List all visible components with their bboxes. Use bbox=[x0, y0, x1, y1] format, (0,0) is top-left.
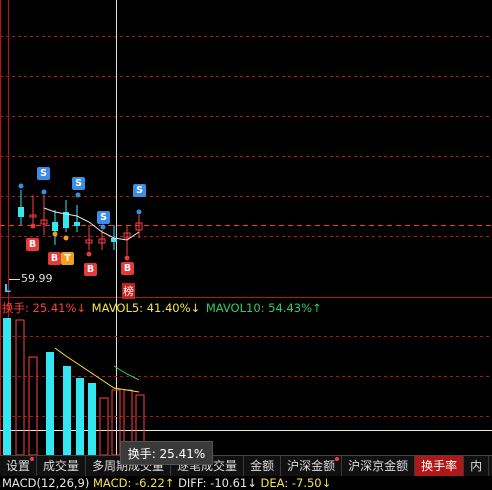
buy-marker[interactable]: B bbox=[84, 263, 97, 276]
macd-value: MACD: -6.22↑ bbox=[93, 476, 175, 490]
turnover-value: 换手: 25.41%↓ bbox=[2, 301, 87, 315]
buy-marker[interactable]: B bbox=[48, 252, 61, 265]
buy-marker[interactable]: B bbox=[26, 238, 39, 251]
notification-dot-icon bbox=[30, 457, 35, 461]
turnover-bar bbox=[46, 352, 54, 455]
cursor-marker-label: L bbox=[4, 282, 12, 295]
diff-value: DIFF: -10.61↓ bbox=[178, 476, 257, 490]
stock-chart-window: S S S S S B B T B B 榜 59.99 L 换手: 25.41%… bbox=[0, 0, 492, 490]
crosshair-tooltip: 换手: 25.41% bbox=[120, 441, 213, 465]
tab-turnover-rate[interactable]: 换手率 bbox=[415, 456, 465, 476]
tab-settings[interactable]: 设置 bbox=[0, 456, 38, 476]
rank-badge[interactable]: 榜 bbox=[122, 283, 135, 299]
tab-sh-sz-bj-amount[interactable]: 沪深京金额 bbox=[342, 456, 416, 476]
candle bbox=[18, 207, 24, 217]
macd-params: MACD(12,26,9) bbox=[2, 476, 90, 490]
tab-label: 成交量 bbox=[43, 459, 80, 473]
sell-marker[interactable]: S bbox=[37, 167, 50, 180]
ma-line bbox=[43, 207, 140, 241]
tab-volume[interactable]: 成交量 bbox=[37, 456, 87, 476]
chart-canvas[interactable] bbox=[0, 0, 492, 489]
tab-amount[interactable]: 金额 bbox=[244, 456, 282, 476]
macd-legend: MACD(12,26,9) MACD: -6.22↑ DIFF: -10.61↓… bbox=[2, 476, 331, 490]
turnover-bar bbox=[63, 366, 71, 455]
price-grid bbox=[0, 36, 492, 237]
turnover-bar bbox=[76, 378, 84, 455]
turnover-bar bbox=[99, 397, 109, 456]
turnover-bar bbox=[28, 356, 38, 456]
tab-label: 换手率 bbox=[421, 459, 458, 473]
tab-label: 设置 bbox=[6, 459, 31, 473]
mavol5-value: MAVOL5: 41.40%↓ bbox=[91, 301, 201, 315]
turnover-bar bbox=[88, 383, 96, 455]
candle bbox=[74, 222, 80, 226]
tab-label: 沪深金额 bbox=[287, 459, 336, 473]
volume-legend: 换手: 25.41%↓ MAVOL5: 41.40%↓ MAVOL10: 54.… bbox=[2, 300, 324, 316]
volume-grid bbox=[0, 336, 492, 417]
turnover-bar bbox=[3, 318, 11, 455]
sell-marker[interactable]: S bbox=[133, 184, 146, 197]
tab-more[interactable]: 内 bbox=[464, 456, 490, 476]
notification-dot-icon bbox=[335, 457, 340, 461]
turnover-bars bbox=[3, 318, 145, 456]
buy-marker[interactable]: B bbox=[121, 262, 134, 275]
tab-sh-sz-amount[interactable]: 沪深金额 bbox=[281, 456, 343, 476]
t-marker[interactable]: T bbox=[61, 252, 74, 265]
mavol10-value: MAVOL10: 54.43%↑ bbox=[205, 301, 322, 315]
sell-marker[interactable]: S bbox=[72, 177, 85, 190]
dea-value: DEA: -7.50↓ bbox=[260, 476, 332, 490]
low-price-label: 59.99 bbox=[21, 272, 53, 285]
sell-marker[interactable]: S bbox=[97, 211, 110, 224]
tab-label: 沪深京金额 bbox=[348, 459, 409, 473]
indicator-tab-bar: 设置 成交量 多周期成交量 逐笔成交量 金额 沪深金额 沪深京金额 换手率 内 bbox=[0, 455, 492, 476]
turnover-bar bbox=[15, 319, 25, 456]
candle bbox=[52, 222, 58, 231]
mavol10-line bbox=[113, 365, 140, 381]
tab-label: 内 bbox=[470, 459, 483, 473]
tab-label: 金额 bbox=[250, 459, 275, 473]
